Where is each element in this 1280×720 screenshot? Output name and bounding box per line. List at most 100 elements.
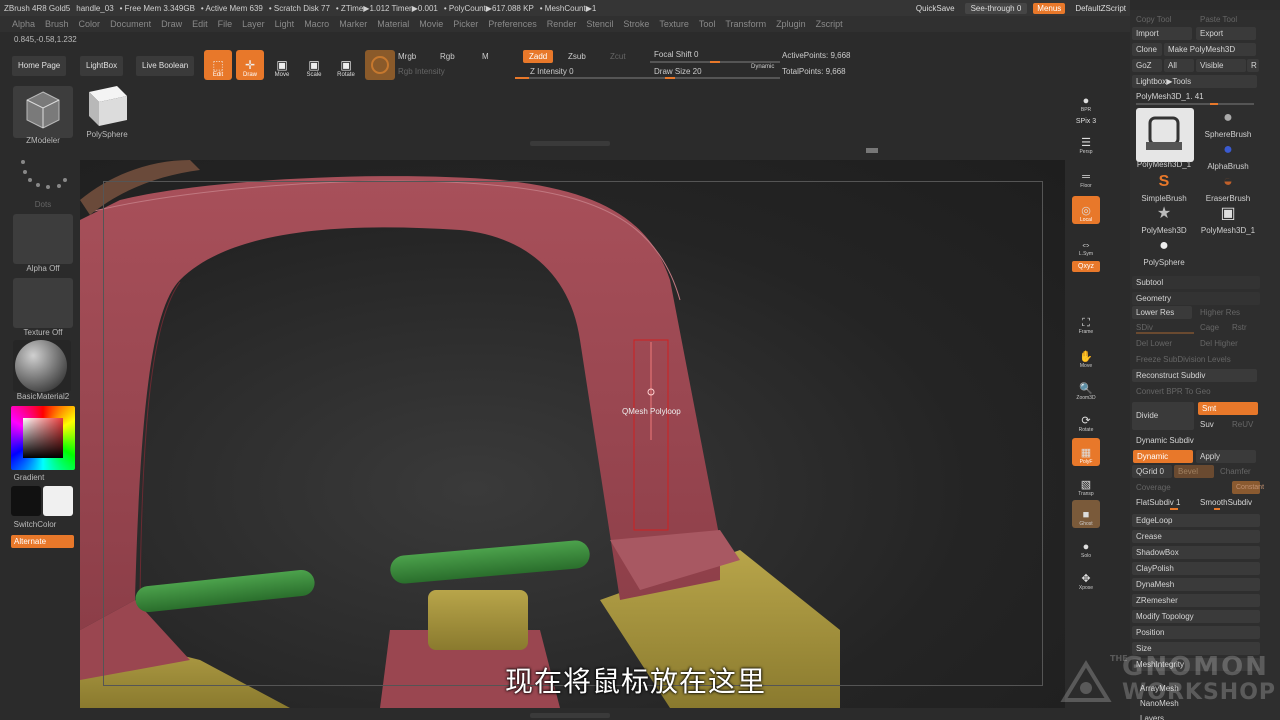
persp-button[interactable]: ☰ Persp: [1072, 128, 1100, 156]
viewport-canvas[interactable]: [80, 160, 1065, 708]
suv-toggle[interactable]: Suv: [1196, 418, 1226, 431]
color-picker[interactable]: [11, 406, 75, 470]
polyf-button[interactable]: ▦ PolyF: [1072, 438, 1100, 466]
canvas-scroll-handle-top[interactable]: [530, 141, 610, 146]
menu-layer[interactable]: Layer: [242, 19, 265, 29]
zcut-toggle[interactable]: Zcut: [610, 52, 626, 61]
menus-toggle[interactable]: Menus: [1033, 2, 1066, 14]
constant-toggle[interactable]: Constant: [1232, 481, 1264, 494]
import-button[interactable]: Import: [1132, 27, 1192, 40]
menu-preferences[interactable]: Preferences: [488, 19, 537, 29]
section-crease[interactable]: Crease: [1132, 530, 1260, 543]
main-color-swatch[interactable]: [43, 486, 73, 516]
zoom3d-button[interactable]: 🔍 Zoom3D: [1072, 374, 1100, 402]
material-thumb[interactable]: [13, 340, 71, 392]
dynamic-subdiv-header[interactable]: Dynamic Subdiv: [1132, 434, 1260, 447]
move-button[interactable]: ▣ Move: [268, 50, 296, 80]
zadd-toggle[interactable]: Zadd: [523, 50, 554, 63]
alpha-brush-cell[interactable]: ● AlphaBrush: [1196, 140, 1260, 171]
live-boolean-button[interactable]: Live Boolean: [136, 56, 195, 76]
lsym-button[interactable]: ⇔ L.Sym: [1072, 230, 1100, 258]
quicksave-button[interactable]: QuickSave: [912, 3, 959, 14]
xyz-button[interactable]: Qxyz: [1072, 261, 1100, 272]
focal-shift-slider[interactable]: Focal Shift 0: [654, 50, 698, 59]
menu-draw[interactable]: Draw: [161, 19, 182, 29]
qgrid-slider[interactable]: QGrid 0: [1132, 465, 1172, 478]
goz-r-button[interactable]: R: [1247, 59, 1259, 72]
dynamic-subdiv-toggle[interactable]: Dynamic: [1133, 450, 1193, 463]
scale-button[interactable]: ▣ Scale: [300, 50, 328, 80]
make-polymesh-button[interactable]: Make PolyMesh3D: [1164, 43, 1256, 56]
goz-all-button[interactable]: All: [1164, 59, 1194, 72]
default-zscript-button[interactable]: DefaultZScript: [1071, 3, 1130, 14]
polysphere-thumb[interactable]: [83, 82, 131, 128]
z-intensity-slider[interactable]: Z Intensity 0: [530, 67, 574, 76]
menu-color[interactable]: Color: [79, 19, 101, 29]
section-modify-topology[interactable]: Modify Topology: [1132, 610, 1260, 623]
zsub-toggle[interactable]: Zsub: [568, 52, 586, 61]
section-layers[interactable]: Layers: [1136, 712, 1256, 720]
rstr-button[interactable]: Rstr: [1228, 321, 1256, 334]
xpose-button[interactable]: ✥ Xpose: [1072, 564, 1100, 592]
copy-tool-button[interactable]: Copy Tool: [1132, 13, 1192, 26]
menu-alpha[interactable]: Alpha: [12, 19, 35, 29]
flatsubdiv-slider[interactable]: FlatSubdiv 1: [1132, 496, 1194, 509]
lightbox-tools-button[interactable]: Lightbox▶Tools: [1132, 75, 1257, 88]
section-position[interactable]: Position: [1132, 626, 1260, 639]
draw-size-slider[interactable]: Draw Size 20: [654, 67, 702, 76]
alpha-thumb[interactable]: [13, 214, 73, 264]
divide-button[interactable]: Divide: [1132, 402, 1194, 430]
menu-brush[interactable]: Brush: [45, 19, 69, 29]
section-shadowbox[interactable]: ShadowBox: [1132, 546, 1260, 559]
section-zremesher[interactable]: ZRemesher: [1132, 594, 1260, 607]
material-button[interactable]: [365, 50, 395, 80]
active-tool-thumb[interactable]: [1136, 108, 1194, 162]
mrgb-toggle[interactable]: Mrgb: [398, 52, 416, 61]
edit-button[interactable]: ⬚ Edit: [204, 50, 232, 80]
reuv-button[interactable]: ReUV: [1228, 418, 1258, 431]
draw-button[interactable]: ✛ Draw: [236, 50, 264, 80]
menu-stroke[interactable]: Stroke: [623, 19, 649, 29]
zmodeler-brush-thumb[interactable]: [13, 86, 73, 138]
rotate-button[interactable]: ▣ Rotate: [332, 50, 360, 80]
simple-brush-cell[interactable]: S SimpleBrush: [1132, 172, 1196, 203]
paste-tool-button[interactable]: Paste Tool: [1196, 13, 1256, 26]
menu-texture[interactable]: Texture: [659, 19, 689, 29]
transp-button[interactable]: ▧ Transp: [1072, 470, 1100, 498]
polymesh3d-cell[interactable]: ★ PolyMesh3D: [1132, 204, 1196, 235]
floor-button[interactable]: ═ Floor: [1072, 162, 1100, 190]
freeze-subdiv-button[interactable]: Freeze SubDivision Levels: [1132, 353, 1257, 366]
local-button[interactable]: ◎ Local: [1072, 196, 1100, 224]
bpr-button[interactable]: ● BPR: [1072, 86, 1100, 114]
menu-tool[interactable]: Tool: [699, 19, 716, 29]
polymesh3d-1-cell[interactable]: ▣ PolyMesh3D_1: [1196, 204, 1260, 235]
menu-zscript[interactable]: Zscript: [816, 19, 843, 29]
secondary-color-swatch[interactable]: [11, 486, 41, 516]
menu-stencil[interactable]: Stencil: [586, 19, 613, 29]
section-claypolish[interactable]: ClayPolish: [1132, 562, 1260, 575]
chamfer-toggle[interactable]: Chamfer: [1216, 465, 1258, 478]
menu-zplugin[interactable]: Zplugin: [776, 19, 806, 29]
solo-button[interactable]: ● Solo: [1072, 532, 1100, 560]
rotate-view-button[interactable]: ⟳ Rotate: [1072, 406, 1100, 434]
goz-visible-button[interactable]: Visible: [1196, 59, 1246, 72]
menu-document[interactable]: Document: [110, 19, 151, 29]
goz-button[interactable]: GoZ: [1132, 59, 1162, 72]
polysphere-cell[interactable]: ● PolySphere: [1132, 236, 1196, 267]
menu-render[interactable]: Render: [547, 19, 577, 29]
del-higher-button[interactable]: Del Higher: [1196, 337, 1256, 350]
menu-edit[interactable]: Edit: [192, 19, 208, 29]
home-page-button[interactable]: Home Page: [12, 56, 67, 76]
apply-subdiv-button[interactable]: Apply: [1196, 450, 1256, 463]
section-dynamesh[interactable]: DynaMesh: [1132, 578, 1260, 591]
alternate-button[interactable]: Alternate: [11, 535, 74, 548]
convert-bpr-button[interactable]: Convert BPR To Geo: [1132, 385, 1257, 398]
canvas-scroll-thumb[interactable]: [866, 148, 878, 153]
menu-light[interactable]: Light: [275, 19, 295, 29]
menu-macro[interactable]: Macro: [304, 19, 329, 29]
geometry-header[interactable]: Geometry: [1132, 292, 1260, 305]
eraser-brush-cell[interactable]: ◒ EraserBrush: [1196, 172, 1260, 203]
bevel-toggle[interactable]: Bevel: [1174, 465, 1214, 478]
menu-material[interactable]: Material: [377, 19, 409, 29]
higher-res-button[interactable]: Higher Res: [1196, 306, 1256, 319]
